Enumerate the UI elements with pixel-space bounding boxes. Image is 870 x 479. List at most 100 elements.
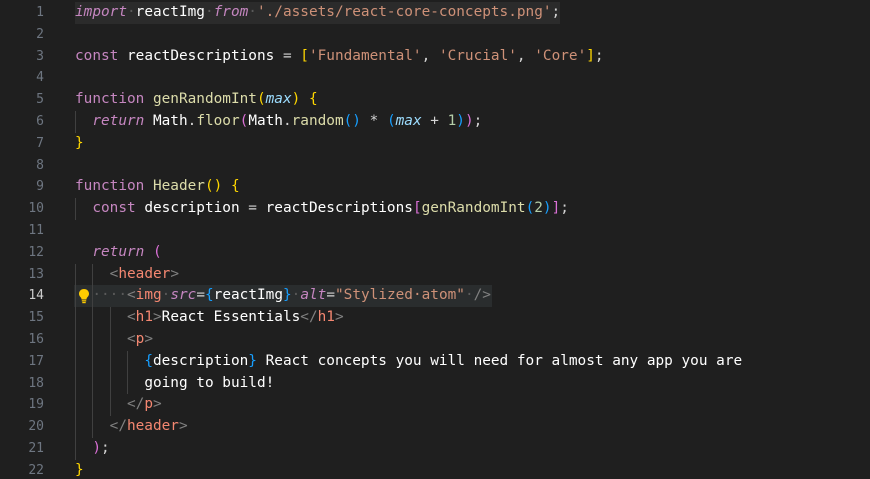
code-token: < xyxy=(126,287,136,304)
code-line[interactable]: 15 <h1>React Essentials</h1> xyxy=(0,307,870,329)
code-token: , xyxy=(516,47,535,64)
code-token: ( xyxy=(525,200,535,217)
code-line[interactable]: 11 xyxy=(0,220,870,242)
line-number: 6 xyxy=(36,114,44,129)
code-line[interactable]: 8 xyxy=(0,155,870,177)
code-token: ] xyxy=(586,47,595,64)
code-line[interactable]: 19 </p> xyxy=(0,394,870,417)
code-token: , xyxy=(421,47,439,64)
code-token: ; xyxy=(560,200,569,217)
code-line[interactable]: 22} xyxy=(0,460,870,479)
code-token: } xyxy=(75,461,84,478)
code-token: > xyxy=(144,331,153,347)
code-token: ; xyxy=(473,113,483,129)
code-line[interactable]: 6 return Math.floor(Math.random() * (max… xyxy=(0,111,870,133)
code-line[interactable]: 3 const reactDescriptions = ['Fundamental… xyxy=(0,46,870,68)
line-code: function genRandomInt(max) { xyxy=(75,89,318,111)
code-line[interactable]: 16 <p> xyxy=(0,329,870,351)
code-token: /> xyxy=(473,287,491,304)
code-line[interactable]: 1 import·reactImg·from·'./assets/react-co… xyxy=(0,2,870,24)
code-token: > xyxy=(152,309,162,326)
code-line[interactable]: 9 function Header() { xyxy=(0,176,870,198)
code-line[interactable]: 2 xyxy=(0,24,870,46)
code-token: · xyxy=(204,4,214,20)
code-token: return xyxy=(92,243,145,260)
code-token: floor xyxy=(196,113,240,129)
line-number: 8 xyxy=(36,157,44,173)
code-token: > xyxy=(178,418,188,435)
code-token: { xyxy=(144,352,153,369)
code-token: p xyxy=(144,396,153,413)
code-token: = xyxy=(326,287,335,304)
line-number: 4 xyxy=(36,70,44,86)
code-token: img xyxy=(135,287,162,304)
code-line[interactable]: 18 going to build! xyxy=(0,372,870,395)
code-token: ( xyxy=(386,113,396,129)
code-line[interactable]: 5 function genRandomInt(max) { xyxy=(0,89,870,111)
code-token: } xyxy=(282,287,292,304)
code-token: header xyxy=(126,418,179,435)
line-code: ····<img·src={reactImg}·alt="Stylized·at… xyxy=(75,285,491,307)
code-token: const xyxy=(92,200,136,217)
code-line[interactable]: 20 </header> xyxy=(0,416,870,438)
code-line[interactable]: 10 const description = reactDescriptions… xyxy=(0,198,870,220)
code-token: ( xyxy=(256,91,266,108)
code-line[interactable]: 12 return ( xyxy=(0,242,870,264)
line-number: 5 xyxy=(36,92,44,108)
code-token: reactImg xyxy=(213,287,283,304)
code-token: Math xyxy=(152,113,188,129)
code-token: > xyxy=(170,265,179,282)
code-token: = xyxy=(196,287,205,304)
code-token: reactDescriptions xyxy=(265,200,413,217)
code-line[interactable]: 7} xyxy=(0,133,870,155)
line-code: <p> xyxy=(75,329,153,351)
line-code: } xyxy=(75,133,84,155)
lightbulb-icon[interactable] xyxy=(77,288,91,304)
code-line[interactable]: 17 {description} React concepts you will… xyxy=(0,350,870,373)
code-token: ···· xyxy=(92,287,127,304)
line-code: <h1>React Essentials</h1> xyxy=(75,307,344,329)
code-token: reactDescriptions xyxy=(127,47,275,64)
code-token: './assets/react-core-concepts.png' xyxy=(256,4,552,20)
code-line[interactable]: 14 ····<img·src={reactImg}·alt="Stylized… xyxy=(0,285,870,308)
code-token: max xyxy=(265,91,292,108)
code-token: . xyxy=(282,113,292,129)
code-token: 2 xyxy=(534,200,543,217)
code-token: "Stylized·atom" xyxy=(335,287,465,304)
line-code: </p> xyxy=(75,394,162,416)
code-token: () xyxy=(343,113,361,129)
code-token: . xyxy=(187,113,197,129)
code-token: h1 xyxy=(135,309,153,326)
code-token: description xyxy=(144,200,240,217)
line-number: 2 xyxy=(36,26,44,42)
code-token: ) xyxy=(542,200,552,217)
code-line[interactable]: 13 <header> xyxy=(0,263,870,286)
line-number: 13 xyxy=(28,266,44,282)
line-code: function Header() { xyxy=(75,176,240,198)
code-token: · xyxy=(126,4,136,20)
line-number: 10 xyxy=(28,201,44,217)
code-token: Header xyxy=(152,178,205,195)
code-token: h1 xyxy=(317,309,335,326)
line-number: 15 xyxy=(28,310,44,326)
code-token: { xyxy=(205,287,214,304)
line-number: 1 xyxy=(36,5,44,20)
code-token: 'Core' xyxy=(534,47,587,64)
code-token: function xyxy=(75,178,145,195)
code-token: ] xyxy=(551,200,561,217)
code-editor[interactable]: 1 import·reactImg·from·'./assets/react-co… xyxy=(0,0,870,479)
code-token: genRandomInt xyxy=(152,91,257,108)
line-number: 7 xyxy=(36,135,44,151)
code-token: going to build! xyxy=(144,374,275,391)
code-line[interactable]: 21 ); xyxy=(0,438,870,460)
code-line[interactable]: 4 xyxy=(0,67,870,89)
